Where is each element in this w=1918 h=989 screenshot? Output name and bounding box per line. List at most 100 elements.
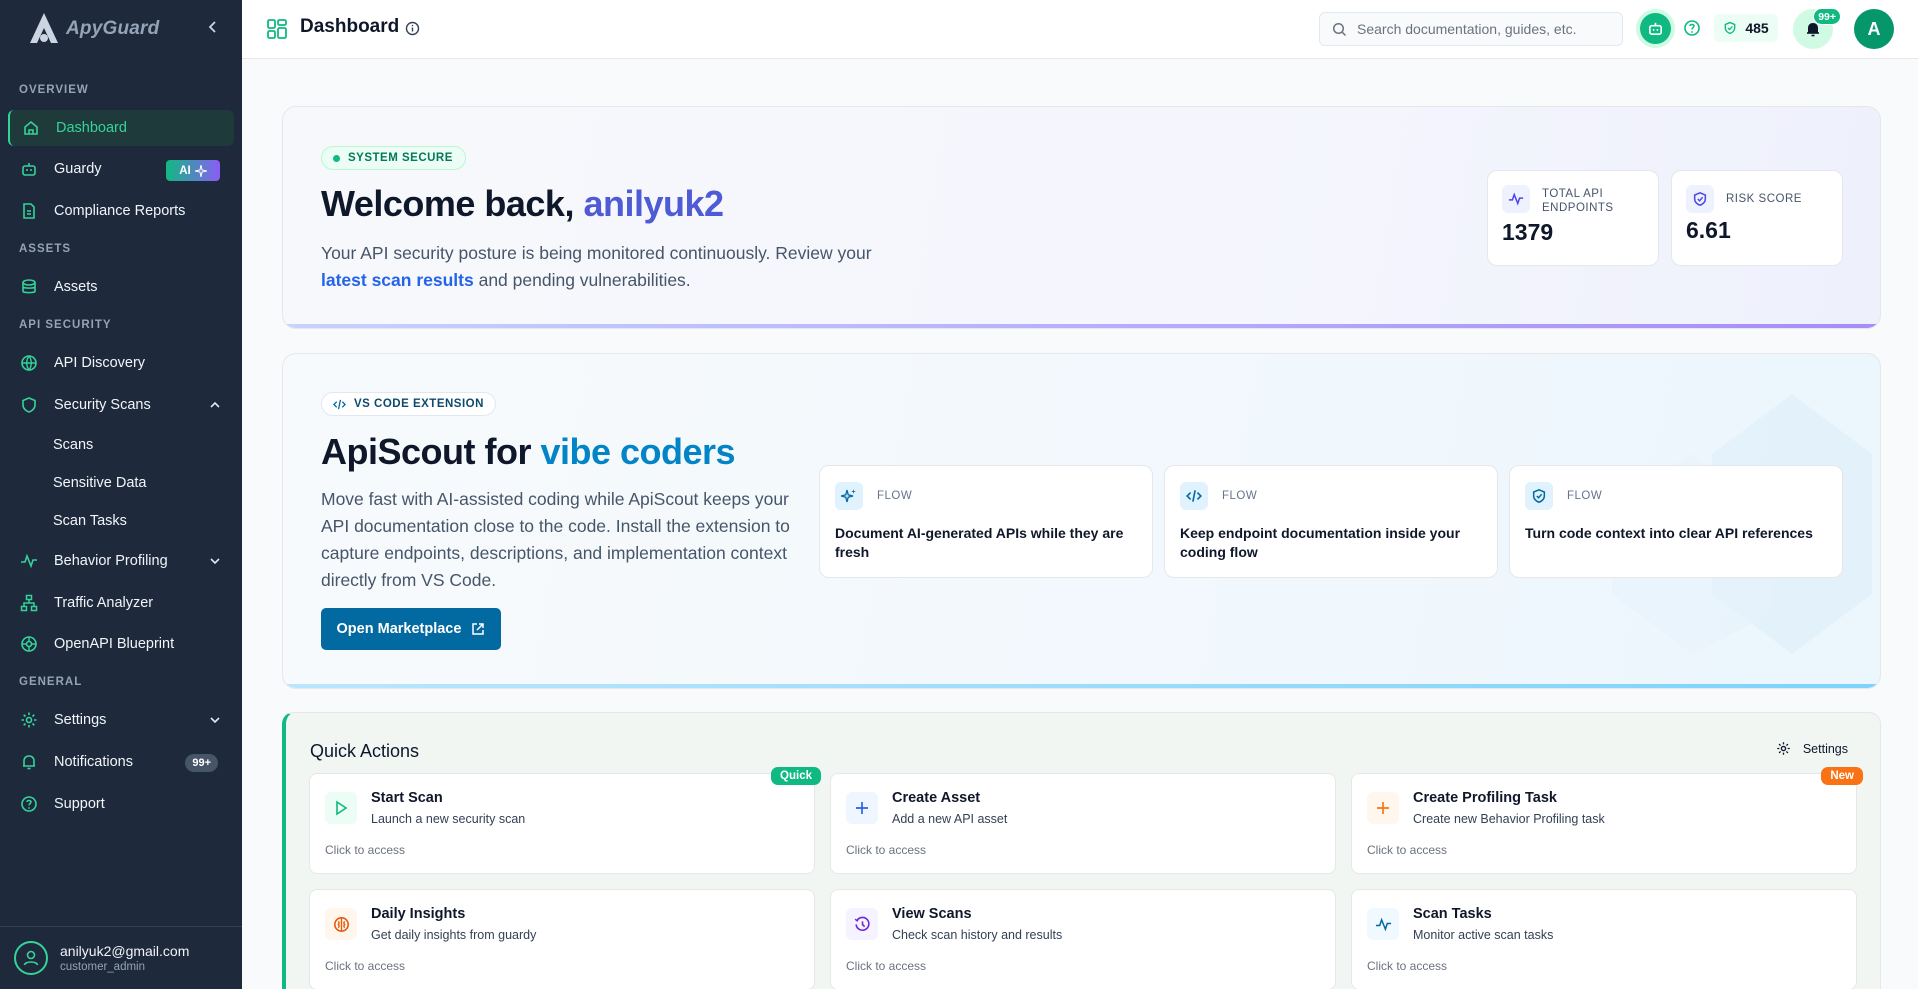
sidebar-subitem-sensitive-data[interactable]: Sensitive Data [53, 475, 147, 491]
gear-icon [21, 712, 37, 728]
sidebar-subitem-scans[interactable]: Scans [53, 437, 93, 453]
topbar: Dashboard 485 99+ A [242, 0, 1918, 59]
robot-icon [22, 163, 36, 176]
quick-action-scan-tasks[interactable]: Scan Tasks Monitor active scan tasks Cli… [1351, 889, 1857, 989]
status-label: SYSTEM SECURE [348, 152, 453, 164]
shield-icon [22, 397, 36, 413]
sidebar-item-dashboard[interactable]: Dashboard [8, 110, 234, 146]
external-link-icon [472, 623, 485, 635]
notifications-button[interactable]: 99+ [1793, 8, 1841, 49]
gear-icon [1777, 742, 1790, 755]
home-icon [24, 120, 38, 135]
welcome-heading: Welcome back, anilyuk2 [321, 183, 724, 225]
quick-action-create-profiling-task[interactable]: New Create Profiling Task Create new Beh… [1351, 767, 1863, 874]
welcome-description: Your API security posture is being monit… [321, 240, 881, 294]
qa-access-hint: Click to access [1367, 959, 1448, 973]
search-input[interactable] [1357, 21, 1607, 37]
stat-risk-score[interactable]: RISK SCORE 6.61 [1671, 170, 1843, 266]
database-icon [22, 279, 36, 294]
sidebar-item-label: Guardy [54, 161, 102, 177]
section-api-security: API SECURITY [19, 319, 112, 331]
welcome-card: SYSTEM SECURE Welcome back, anilyuk2 You… [282, 106, 1881, 329]
chevron-up-icon [210, 401, 220, 408]
sidebar-item-openapi-blueprint[interactable]: OpenAPI Blueprint [8, 626, 234, 662]
avatar[interactable]: A [1854, 9, 1894, 49]
brand: ApyGuard [0, 0, 242, 58]
promo-description: Move fast with AI-assisted coding while … [321, 489, 790, 590]
sidebar-item-traffic-analyzer[interactable]: Traffic Analyzer [8, 585, 234, 621]
sidebar-item-label: Support [54, 796, 105, 812]
sidebar-item-label: Notifications [54, 754, 133, 770]
status-badge: SYSTEM SECURE [321, 146, 466, 170]
quick-actions-settings-button[interactable]: Settings [1776, 741, 1848, 756]
stat-total-api-endpoints[interactable]: TOTAL API ENDPOINTS 1379 [1487, 170, 1659, 266]
sidebar-item-support[interactable]: Support [8, 786, 234, 822]
qa-access-hint: Click to access [1367, 843, 1448, 857]
accent-bar [283, 324, 1880, 328]
qa-access-hint: Click to access [325, 959, 406, 973]
qa-desc: Get daily insights from guardy [371, 928, 537, 942]
sidebar-item-compliance-reports[interactable]: Compliance Reports [8, 193, 234, 229]
activity-icon [21, 553, 37, 569]
qa-title: Daily Insights [371, 906, 466, 922]
qa-desc: Monitor active scan tasks [1413, 928, 1554, 942]
network-icon [20, 594, 38, 612]
history-icon [846, 908, 878, 940]
credits-badge[interactable]: 485 [1714, 14, 1778, 42]
sidebar-item-label: Traffic Analyzer [54, 595, 154, 611]
vscode-extension-tag: VS CODE EXTENSION [321, 392, 496, 416]
flow-text: Keep endpoint documentation inside your … [1180, 525, 1461, 560]
sidebar-item-label: Dashboard [56, 120, 127, 136]
welcome-text-1: Your API security posture is being monit… [321, 243, 872, 263]
sidebar-subitem-scan-tasks[interactable]: Scan Tasks [53, 513, 127, 529]
sidebar-item-security-scans[interactable]: Security Scans [8, 387, 234, 423]
shield-check-icon [1686, 185, 1714, 213]
open-marketplace-button[interactable]: Open Marketplace [321, 608, 501, 650]
user-icon [14, 941, 48, 975]
accent-bar [283, 684, 1880, 688]
flow-card[interactable]: FLOW Document AI-generated APIs while th… [819, 465, 1153, 578]
guardy-assistant-button[interactable] [1640, 13, 1671, 44]
quick-badge: Quick [771, 767, 821, 785]
sidebar-item-label: Security Scans [54, 397, 151, 413]
info-icon[interactable] [405, 21, 420, 36]
plus-icon [846, 792, 878, 824]
user-profile[interactable]: anilyuk2@gmail.com customer_admin [0, 926, 242, 989]
quick-action-view-scans[interactable]: View Scans Check scan history and result… [830, 889, 1336, 989]
quick-action-start-scan[interactable]: Quick Start Scan Launch a new security s… [309, 767, 821, 874]
quick-action-daily-insights[interactable]: Daily Insights Get daily insights from g… [309, 889, 815, 989]
flow-card[interactable]: FLOW Turn code context into clear API re… [1509, 465, 1843, 578]
sidebar-item-behavior-profiling[interactable]: Behavior Profiling [8, 543, 234, 579]
sparkle-icon [194, 164, 207, 177]
sidebar-item-label: Compliance Reports [54, 203, 186, 219]
sidebar: ApyGuard OVERVIEW Dashboard Guardy AI Co… [0, 0, 242, 989]
sidebar-item-notifications[interactable]: Notifications 99+ [8, 744, 234, 780]
settings-label: Settings [1802, 741, 1848, 756]
section-overview: OVERVIEW [19, 84, 89, 96]
shield-check-icon [1724, 21, 1736, 35]
brand-name: ApyGuard [66, 18, 160, 39]
code-icon [1180, 482, 1208, 510]
sidebar-item-guardy[interactable]: Guardy AI [8, 151, 234, 187]
welcome-text-2: and pending vulnerabilities. [473, 270, 691, 290]
flow-text: Document AI-generated APIs while they ar… [835, 525, 1124, 560]
qa-desc: Launch a new security scan [371, 812, 526, 826]
stat-value: 6.61 [1686, 217, 1731, 243]
sparkles-icon [835, 482, 863, 510]
flow-card[interactable]: FLOW Keep endpoint documentation inside … [1164, 465, 1498, 578]
sidebar-item-label: Settings [54, 712, 107, 728]
collapse-sidebar-icon[interactable] [206, 20, 220, 34]
sidebar-item-settings[interactable]: Settings [8, 702, 234, 738]
button-label: Open Marketplace [336, 621, 462, 637]
blueprint-icon [21, 636, 37, 652]
page-title: Dashboard [300, 16, 400, 37]
quick-action-create-asset[interactable]: Create Asset Add a new API asset Click t… [830, 773, 1336, 874]
search-box[interactable] [1319, 12, 1623, 46]
credits-value: 485 [1745, 20, 1769, 36]
help-circle-icon [1684, 20, 1700, 36]
help-button[interactable] [1682, 18, 1702, 38]
latest-scan-results-link[interactable]: latest scan results [321, 270, 474, 290]
promo-heading: ApiScout for vibe coders [321, 431, 736, 473]
sidebar-item-api-discovery[interactable]: API Discovery [8, 345, 234, 381]
sidebar-item-assets[interactable]: Assets [8, 269, 234, 305]
